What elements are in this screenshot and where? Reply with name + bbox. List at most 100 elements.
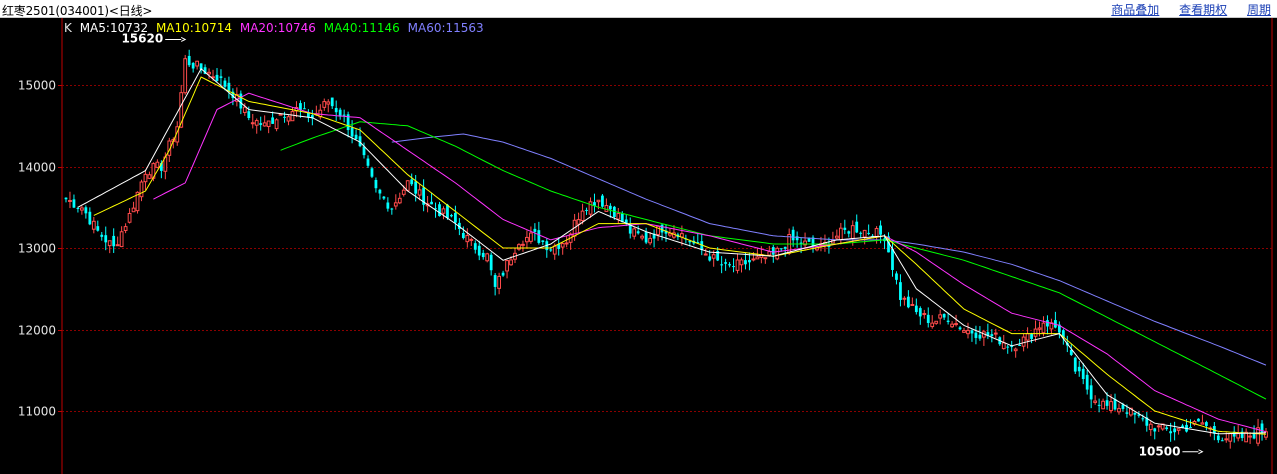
candle-up [286,116,291,122]
candle-up [155,161,160,168]
candle-down [430,201,433,205]
candle-up [934,320,939,324]
candle-down [748,260,751,263]
candle-down [724,262,727,264]
candle-up [850,225,855,239]
candlestick-chart[interactable]: 11000 12000 13000 14000 15000 15620 10500 [0,18,1277,474]
candle-up [735,259,740,271]
candle-up [465,235,470,243]
candle-up [1148,423,1153,431]
candle-up [838,227,843,241]
toolbar-links: 商品叠加 查看期权 周期 [1095,1,1271,18]
candle-down [1205,422,1208,426]
candle-down [299,103,302,110]
candle-down [342,114,346,116]
candle-down [978,334,982,339]
candle-down [608,205,612,210]
candle-down [644,231,648,243]
candle-up [902,297,907,300]
candle-down [1073,357,1077,372]
candle-up [119,231,124,248]
candle-up [703,253,708,256]
candle-up [195,60,200,67]
candle-up [1037,327,1042,330]
candle-up [930,322,935,328]
candle-down [990,334,994,337]
view-options-link[interactable]: 查看期权 [1179,3,1227,17]
candle-down [855,221,859,233]
candle-down [1141,418,1145,420]
candle-up [417,189,422,196]
candle-up [405,180,410,191]
candle-down [454,212,457,223]
y-tick-label: 13000 [18,242,56,256]
candle-down [918,308,922,317]
candle-down [1165,427,1169,430]
candle-down [899,282,902,300]
candle-down [501,272,505,276]
candle-up [509,259,513,266]
candle-down [450,215,453,217]
candle-up [1109,401,1113,412]
candle-up [640,235,645,239]
candle-up [525,236,529,243]
y-tick-label: 14000 [18,161,56,175]
candle-down [227,82,231,91]
candle-up [616,213,621,220]
candle-down [585,209,588,211]
candle-up [1224,438,1229,441]
candle-up [1117,408,1121,413]
candle-up [775,247,780,260]
period-link[interactable]: 周期 [1247,3,1271,17]
candle-down [1153,428,1157,432]
candle-up [874,228,879,237]
candle-down [720,264,724,266]
candle-up [139,181,144,198]
candle-up [517,244,521,250]
instrument-title: 红枣2501(034001)<日线> [2,4,153,18]
candle-down [942,313,946,318]
overlay-commodity-link[interactable]: 商品叠加 [1111,3,1159,17]
candle-down [112,235,116,247]
candle-down [374,179,378,189]
candle-up [1013,348,1018,352]
candle-down [493,275,497,287]
candle-down [867,232,871,234]
candle-up [966,329,970,335]
candle-down [104,235,108,243]
candle-up [604,205,609,212]
candle-down [1030,333,1033,339]
y-tick-label: 11000 [18,405,56,419]
candle-down [732,266,735,268]
candle-down [1189,426,1192,428]
candle-down [974,332,978,338]
candle-up [711,254,716,259]
candle-down [541,240,545,242]
candle-up [950,323,954,328]
candle-down [223,80,227,87]
candle-up [147,174,152,179]
candle-down [906,296,910,308]
candle-up [767,251,772,256]
top-toolbar: 红枣2501(034001)<日线> 商品叠加 查看期权 周期 [0,0,1277,18]
candle-down [1089,385,1093,400]
high-price-label: 15620 [121,31,163,45]
candle-down [100,234,104,237]
candle-down [1085,374,1089,390]
candle-up [127,212,132,223]
candle-up [576,219,581,225]
candle-down [601,195,604,207]
candle-down [64,197,68,200]
candle-up [107,240,112,247]
candle-up [143,173,148,183]
candle-up [1236,433,1241,439]
candle-up [751,258,756,261]
candle-up [441,208,446,214]
candle-up [278,113,283,116]
candle-down [386,202,390,209]
candle-up [922,313,927,316]
candle-up [131,207,136,213]
candle-up [242,106,247,113]
candle-up [755,256,760,260]
candle-down [771,247,775,255]
